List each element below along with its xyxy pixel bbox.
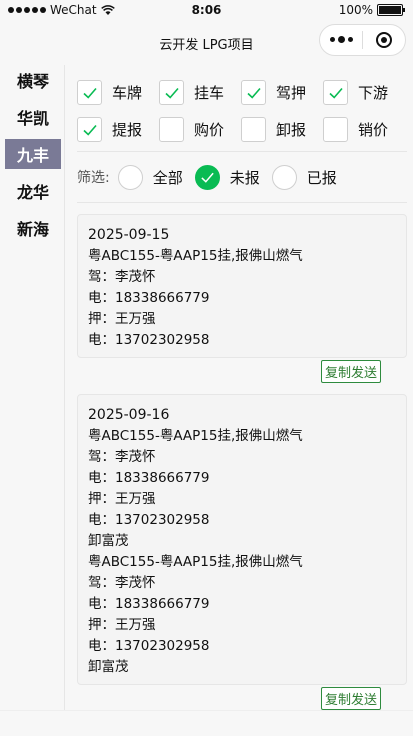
filter-radio[interactable]: 未报: [194, 164, 260, 190]
record-line: 驾：李茂怀: [88, 449, 156, 465]
close-button[interactable]: [363, 32, 405, 48]
record-line: 驾：李茂怀: [88, 269, 156, 285]
sidebar-item[interactable]: 龙华: [5, 176, 61, 206]
radio-label: 已报: [306, 168, 337, 187]
checkbox-label: 下游: [358, 84, 389, 102]
checkbox-item[interactable]: 提报: [77, 116, 159, 143]
checkbox-label: 驾押: [276, 84, 307, 102]
checkbox[interactable]: [323, 117, 348, 142]
checkbox[interactable]: [77, 80, 102, 105]
record-line: 电：13702302958: [88, 512, 210, 528]
record-line: 粤ABC155-粤AAP15挂,报佛山燃气: [88, 428, 303, 444]
checkbox[interactable]: [323, 80, 348, 105]
status-right: 100%: [338, 3, 405, 17]
checkbox-item[interactable]: 购价: [159, 116, 241, 143]
record-line: 电：18338666779: [88, 290, 210, 306]
record-line: 电：13702302958: [88, 332, 210, 348]
copy-send-button[interactable]: 复制发送: [320, 687, 381, 710]
checkbox-label: 销价: [358, 121, 389, 139]
record-date: 2025-09-15: [88, 227, 170, 243]
record-line: 押：王万强: [88, 491, 156, 507]
battery-icon: [377, 4, 405, 16]
check-icon: [200, 170, 215, 185]
filter-row: 筛选: 全部 未报 已报: [77, 152, 407, 202]
check-icon: [82, 122, 98, 138]
sidebar-item[interactable]: 横琴: [5, 65, 61, 95]
sidebar: 横琴华凯九丰龙华新海: [5, 65, 65, 710]
record-line: 押：王万强: [88, 617, 156, 633]
filter-radio[interactable]: 已报: [271, 164, 337, 190]
copy-row: 复制发送: [77, 687, 407, 710]
record-date: 2025-09-16: [88, 407, 170, 423]
record-line: 卸富茂: [88, 533, 129, 549]
radio-circle[interactable]: [117, 164, 143, 190]
sidebar-item[interactable]: 九丰: [5, 139, 61, 169]
radio-circle[interactable]: [194, 164, 220, 190]
checkbox[interactable]: [241, 117, 266, 142]
checkbox[interactable]: [159, 117, 184, 142]
checkbox[interactable]: [77, 117, 102, 142]
radio-label: 未报: [229, 168, 260, 187]
checkbox-item[interactable]: 卸报: [241, 116, 323, 143]
sidebar-item[interactable]: 新海: [5, 213, 61, 243]
checkbox-label: 挂车: [194, 84, 225, 102]
checkbox[interactable]: [159, 80, 184, 105]
copy-row: 复制发送: [77, 360, 407, 383]
mini-program-capsule: [319, 24, 406, 56]
filter-radio[interactable]: 全部: [117, 164, 183, 190]
filter-label: 筛选:: [77, 170, 110, 186]
copy-send-button[interactable]: 复制发送: [320, 360, 381, 383]
nav-bar: 云开发 LPG项目: [0, 22, 413, 62]
checkbox-item[interactable]: 下游: [323, 79, 405, 106]
record-line: 粤ABC155-粤AAP15挂,报佛山燃气: [88, 248, 303, 264]
record-card: 2025-09-15 粤ABC155-粤AAP15挂,报佛山燃气 驾：李茂怀电：18…: [77, 214, 407, 358]
record-line: 电：13702302958: [88, 638, 210, 654]
record-line: 电：18338666779: [88, 596, 210, 612]
checkbox-label: 车牌: [112, 84, 143, 102]
more-dots-icon[interactable]: [320, 36, 362, 43]
card-list: 2025-09-15 粤ABC155-粤AAP15挂,报佛山燃气 驾：李茂怀 电：18…: [77, 214, 407, 710]
checkbox[interactable]: [241, 80, 266, 105]
check-icon: [82, 85, 98, 101]
status-bar: WeChat 8:06 100%: [0, 0, 413, 22]
checkbox-item[interactable]: 车牌: [77, 79, 159, 106]
record-line: 卸富茂: [88, 659, 129, 675]
checkbox-label: 购价: [194, 121, 225, 139]
record-line: 电：18338666779: [88, 470, 210, 486]
battery-percent: 100%: [338, 3, 373, 17]
checkbox-item[interactable]: 驾押: [241, 79, 323, 106]
main-content: 车牌 挂车 驾押 下游提报 购价 卸报 销价 筛选: 全部 未报 已报 2025-09-15 粤A…: [77, 65, 407, 710]
checkbox-item[interactable]: 销价: [323, 116, 405, 143]
record-line: 粤ABC155-粤AAP15挂,报佛山燃气: [88, 554, 303, 570]
checkbox-item[interactable]: 挂车: [159, 79, 241, 106]
check-icon: [328, 85, 344, 101]
record-line: 驾：李茂怀: [88, 575, 156, 591]
record-line: 押：王万强: [88, 311, 156, 327]
check-icon: [246, 85, 262, 101]
divider: [77, 202, 407, 203]
bottom-bar: [0, 710, 413, 736]
check-icon: [164, 85, 180, 101]
battery-fill: [379, 6, 401, 14]
record-card: 2025-09-16 粤ABC155-粤AAP15挂,报佛山燃气 驾：李茂怀 电：18…: [77, 394, 407, 685]
radio-circle[interactable]: [271, 164, 297, 190]
radio-label: 全部: [152, 168, 183, 187]
checkbox-label: 卸报: [276, 121, 307, 139]
checkbox-grid: 车牌 挂车 驾押 下游提报 购价 卸报 销价: [77, 65, 407, 143]
sidebar-item[interactable]: 华凯: [5, 102, 61, 132]
target-close-icon: [376, 32, 392, 48]
checkbox-label: 提报: [112, 121, 143, 139]
